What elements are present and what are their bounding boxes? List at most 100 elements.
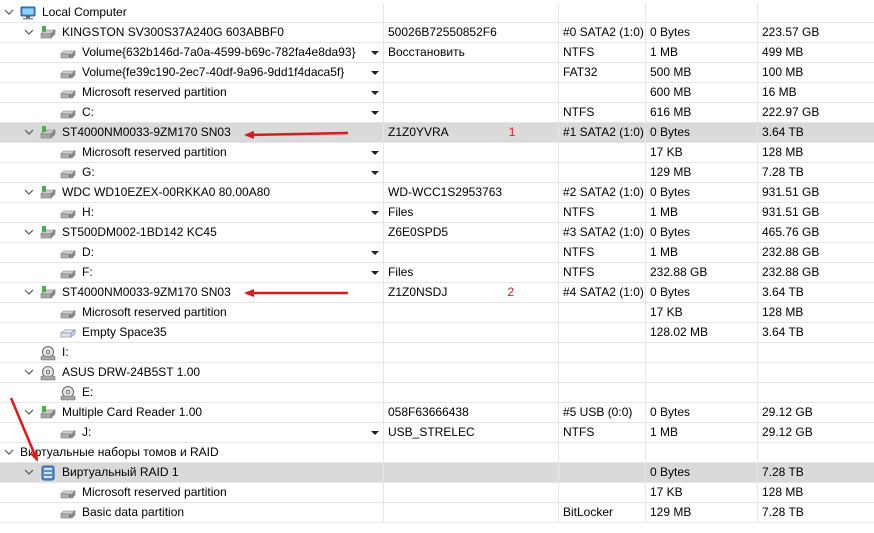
chevron-down-icon[interactable] [24, 463, 34, 482]
interface-cell [558, 343, 645, 362]
size-cell [757, 343, 874, 362]
offset-cell: 0 Bytes [645, 403, 757, 422]
serial-cell [383, 103, 558, 122]
tree-row[interactable]: F: Files NTFS 232.88 GB 232.88 GB [0, 263, 874, 283]
tree-row[interactable]: Local Computer [0, 3, 874, 23]
hard-drive-icon [40, 185, 56, 201]
optical-drive-icon [40, 365, 56, 381]
name-cell: G: [0, 163, 383, 182]
serial-cell [383, 143, 558, 162]
interface-cell: NTFS [558, 423, 645, 442]
chevron-down-icon[interactable] [24, 123, 34, 142]
serial-cell [383, 303, 558, 322]
interface-cell: FAT32 [558, 63, 645, 82]
size-cell: 7.28 TB [757, 503, 874, 522]
size-cell: 29.12 GB [757, 403, 874, 422]
dropdown-arrow-icon[interactable] [370, 143, 380, 162]
chevron-down-icon[interactable] [24, 403, 34, 422]
tree-row[interactable]: ST500DM002-1BD142 KC45 Z6E0SPD5 #3 SATA2 (… [0, 223, 874, 243]
size-cell [757, 443, 874, 462]
tree-row[interactable]: Виртуальный RAID 1 0 Bytes 7.28 TB [0, 463, 874, 483]
name-cell: Volume{fe39c190-2ec7-40df-9a96-9dd1f4dac… [0, 63, 383, 82]
serial-cell [383, 163, 558, 182]
tree-row[interactable]: Empty Space35 128.02 MB 3.64 TB [0, 323, 874, 343]
tree-row[interactable]: Microsoft reserved partition 17 KB 128 MB [0, 483, 874, 503]
row-name: J: [82, 425, 92, 439]
row-name: Microsoft reserved partition [82, 145, 227, 159]
chevron-down-icon[interactable] [24, 363, 34, 382]
tree-row[interactable]: Microsoft reserved partition 600 MB 16 MB [0, 83, 874, 103]
dropdown-arrow-icon[interactable] [370, 423, 380, 442]
serial-cell [383, 383, 558, 402]
tree-row[interactable]: Basic data partition BitLocker 129 MB 7.28 … [0, 503, 874, 523]
name-cell: Local Computer [0, 3, 383, 22]
offset-cell: 17 KB [645, 143, 757, 162]
name-cell: Microsoft reserved partition [0, 303, 383, 322]
interface-cell [558, 3, 645, 22]
chevron-down-icon[interactable] [4, 3, 14, 22]
hard-drive-icon [40, 285, 56, 301]
row-name: ASUS DRW-24B5ST 1.00 [62, 365, 201, 379]
serial-text: Z1Z0NSDJ [388, 285, 448, 299]
dropdown-arrow-icon[interactable] [370, 243, 380, 262]
offset-cell: 1 MB [645, 203, 757, 222]
name-cell: J: [0, 423, 383, 442]
tree-row[interactable]: KINGSTON SV300S37A240G 603ABBF0 50026B725… [0, 23, 874, 43]
tree-row[interactable]: G: 129 MB 7.28 TB [0, 163, 874, 183]
chevron-down-icon[interactable] [24, 223, 34, 242]
tree-row[interactable]: C: NTFS 616 MB 222.97 GB [0, 103, 874, 123]
tree-row[interactable]: I: [0, 343, 874, 363]
tree-row[interactable]: J: USB_STRELEC NTFS 1 MB 29.12 GB [0, 423, 874, 443]
interface-cell: NTFS [558, 203, 645, 222]
partition-icon [60, 505, 76, 521]
name-cell: C: [0, 103, 383, 122]
serial-cell: Z1Z0YVRA 1 [383, 123, 558, 142]
name-cell: D: [0, 243, 383, 262]
serial-cell [383, 343, 558, 362]
tree-row[interactable]: Multiple Card Reader 1.00 058F63666438 #5 … [0, 403, 874, 423]
tree-row[interactable]: WDC WD10EZEX-00RKKA0 80.00A80 WD-WCC1S295… [0, 183, 874, 203]
interface-cell: NTFS [558, 43, 645, 62]
dropdown-arrow-icon[interactable] [370, 163, 380, 182]
dropdown-arrow-icon[interactable] [370, 103, 380, 122]
tree-row[interactable]: ST4000NM0033-9ZM170 SN03 Z1Z0YVRA 1 #1 SATA… [0, 123, 874, 143]
tree-row[interactable]: D: NTFS 1 MB 232.88 GB [0, 243, 874, 263]
chevron-down-icon[interactable] [24, 23, 34, 42]
serial-cell: 50026B72550852F6 [383, 23, 558, 42]
chevron-down-icon[interactable] [24, 183, 34, 202]
size-cell [757, 383, 874, 402]
tree-row[interactable]: Microsoft reserved partition 17 KB 128 MB [0, 143, 874, 163]
serial-cell [383, 63, 558, 82]
row-name: Local Computer [42, 5, 127, 19]
interface-cell [558, 443, 645, 462]
dropdown-arrow-icon[interactable] [370, 63, 380, 82]
offset-cell: 1 MB [645, 43, 757, 62]
size-cell: 232.88 GB [757, 243, 874, 262]
serial-cell [383, 443, 558, 462]
name-cell: Microsoft reserved partition [0, 143, 383, 162]
tree-row[interactable]: ST4000NM0033-9ZM170 SN03 Z1Z0NSDJ 2 #4 SATA… [0, 283, 874, 303]
tree-row[interactable]: Microsoft reserved partition 17 KB 128 MB [0, 303, 874, 323]
device-tree[interactable]: Local Computer KINGSTON SV300S37A240G 603… [0, 3, 874, 523]
offset-cell: 129 MB [645, 503, 757, 522]
dropdown-arrow-icon[interactable] [370, 43, 380, 62]
tree-row[interactable]: Виртуальные наборы томов и RAID [0, 443, 874, 463]
serial-cell [383, 323, 558, 342]
size-cell [757, 3, 874, 22]
tree-row[interactable]: Volume{fe39c190-2ec7-40df-9a96-9dd1f4dac… [0, 63, 874, 83]
interface-cell: #1 SATA2 (1:0) [558, 123, 645, 142]
tree-row[interactable]: ASUS DRW-24B5ST 1.00 [0, 363, 874, 383]
chevron-down-icon[interactable] [4, 443, 14, 462]
dropdown-arrow-icon[interactable] [370, 83, 380, 102]
tree-row[interactable]: H: Files NTFS 1 MB 931.51 GB [0, 203, 874, 223]
dropdown-arrow-icon[interactable] [370, 263, 380, 282]
partition-icon [60, 425, 76, 441]
tree-row[interactable]: E: [0, 383, 874, 403]
serial-text: WD-WCC1S2953763 [388, 185, 503, 199]
name-cell: Microsoft reserved partition [0, 483, 383, 502]
chevron-down-icon[interactable] [24, 283, 34, 302]
size-cell: 128 MB [757, 483, 874, 502]
size-cell: 223.57 GB [757, 23, 874, 42]
dropdown-arrow-icon[interactable] [370, 203, 380, 222]
tree-row[interactable]: Volume{632b146d-7a0a-4599-b69c-782fa4e8d… [0, 43, 874, 63]
